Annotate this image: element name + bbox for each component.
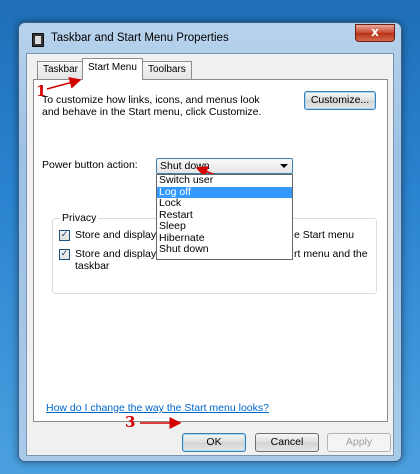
privacy-text-items-second-line: taskbar xyxy=(75,260,110,272)
privacy-checkbox-items[interactable]: ✓ xyxy=(59,249,70,260)
tab-toolbars[interactable]: Toolbars xyxy=(142,61,192,79)
cancel-button[interactable]: Cancel xyxy=(255,433,319,452)
privacy-title: Privacy xyxy=(60,212,99,224)
start-menu-help-link[interactable]: How do I change the way the Start menu l… xyxy=(46,402,269,414)
properties-window: Taskbar and Start Menu Properties x Task… xyxy=(18,22,402,462)
tab-taskbar[interactable]: Taskbar xyxy=(37,61,85,79)
annotation-step-3: 3 xyxy=(125,413,136,431)
ok-button[interactable]: OK xyxy=(182,433,246,452)
power-options-list[interactable]: Switch user Log off Lock Restart Sleep H… xyxy=(156,174,293,260)
power-option-sleep[interactable]: Sleep xyxy=(157,220,292,233)
power-option-lock[interactable]: Lock xyxy=(157,197,292,210)
customize-button[interactable]: Customize... xyxy=(304,91,376,110)
title-bar[interactable]: Taskbar and Start Menu Properties x xyxy=(19,23,401,53)
apply-button[interactable]: Apply xyxy=(327,433,391,452)
start-menu-tab-panel: To customize how links, icons, and menus… xyxy=(33,79,388,422)
chevron-down-icon xyxy=(280,164,288,168)
window-title: Taskbar and Start Menu Properties xyxy=(51,32,229,44)
power-option-switch-user[interactable]: Switch user xyxy=(157,174,292,187)
privacy-text-programs-right: e Start menu xyxy=(294,229,355,241)
taskbar-app-icon xyxy=(32,33,44,47)
power-option-shut-down[interactable]: Shut down xyxy=(157,243,292,256)
power-button-select[interactable]: Shut down xyxy=(156,158,293,174)
dialog-client-area: Taskbar Start Menu Toolbars To customize… xyxy=(26,53,394,456)
privacy-checkbox-programs[interactable]: ✓ xyxy=(59,230,70,241)
privacy-text-programs-left: Store and display r xyxy=(75,229,163,241)
annotation-step-1: 1 xyxy=(36,82,47,100)
tab-start-menu[interactable]: Start Menu xyxy=(82,58,143,80)
close-button[interactable]: x xyxy=(355,24,395,42)
privacy-text-items-left: Store and display r xyxy=(75,248,163,260)
power-button-value: Shut down xyxy=(160,160,210,172)
customize-description: To customize how links, icons, and menus… xyxy=(42,94,262,118)
privacy-text-items-right: rt menu and the xyxy=(294,248,368,260)
power-button-label: Power button action: xyxy=(42,159,138,171)
